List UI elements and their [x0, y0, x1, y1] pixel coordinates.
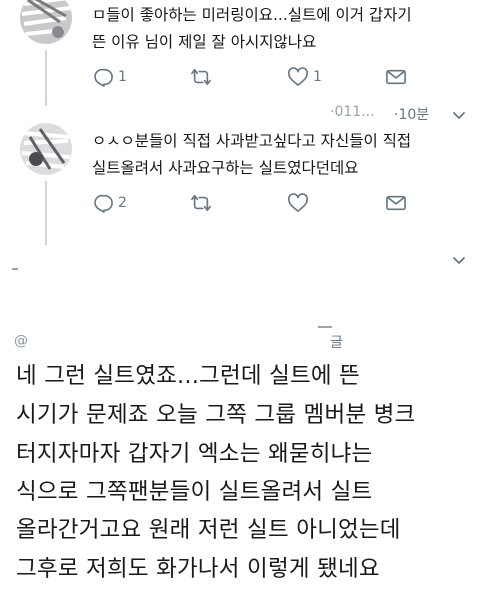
- tweet-text-line: 뜬 이유 님이 제일 잘 아시지않나요: [92, 33, 317, 51]
- tweet-text-line: ㅁ들이 좋아하는 미러링이요...실트에 이거 갑자기: [92, 6, 412, 24]
- redaction-mark: [318, 326, 332, 328]
- tweet-handle[interactable]: ·011...: [330, 104, 375, 120]
- envelope-icon: [386, 195, 406, 211]
- main-text-line: 그후로 저희도 화가나서 이렇게 됐네요: [16, 556, 380, 582]
- like-button[interactable]: [287, 193, 313, 213]
- like-count: 1: [313, 69, 322, 85]
- chevron-down-icon[interactable]: [450, 106, 468, 124]
- main-text-line: 네 그런 실트였죠...그런데 실트에 뜬: [16, 363, 361, 389]
- heart-icon: [287, 193, 309, 212]
- heart-icon: [287, 67, 309, 86]
- thread-line: [45, 50, 47, 106]
- avatar[interactable]: [20, 123, 72, 175]
- tweet-text-line: ㅇㅅㅇ분들이 직접 사과받고싶다고 자신들이 직접: [92, 132, 412, 150]
- retweet-icon: [191, 68, 211, 86]
- reply-count: 1: [118, 69, 127, 85]
- tweet-timestamp[interactable]: ·10분: [394, 104, 429, 124]
- main-text-line: 터지자마자 갑자기 엑소는 왜묻히냐는: [16, 441, 373, 467]
- direct-message-button[interactable]: [385, 193, 407, 213]
- tweet-text-line: 실트올려서 사과요구하는 실트였다던데요: [92, 159, 359, 177]
- reply-count: 2: [118, 195, 127, 211]
- retweet-button[interactable]: [189, 67, 217, 87]
- retweet-icon: [191, 194, 211, 212]
- avatar[interactable]: [20, 0, 72, 44]
- main-text-line: 올라간거고요 원래 저런 실트 아니었는데: [16, 517, 401, 543]
- main-text-line: 시기가 문제죠 오늘 그쪽 그룹 멤버분 병크: [16, 402, 416, 428]
- envelope-icon: [386, 69, 406, 85]
- reply-icon: [94, 68, 113, 87]
- reply-button[interactable]: 1: [92, 67, 127, 87]
- reply-icon: [94, 194, 113, 213]
- reply-button[interactable]: 2: [92, 193, 127, 213]
- main-text-line: 식으로 그쪽팬분들이 실트올려서 실트: [16, 479, 373, 505]
- thread-line: [45, 181, 47, 245]
- direct-message-button[interactable]: [385, 67, 407, 87]
- redaction-mark: [12, 268, 18, 270]
- like-button[interactable]: 1: [287, 67, 322, 87]
- retweet-button[interactable]: [189, 193, 217, 213]
- reply-label: 글: [330, 335, 343, 351]
- chevron-down-icon[interactable]: [450, 251, 468, 269]
- tweet-handle[interactable]: @: [14, 333, 28, 349]
